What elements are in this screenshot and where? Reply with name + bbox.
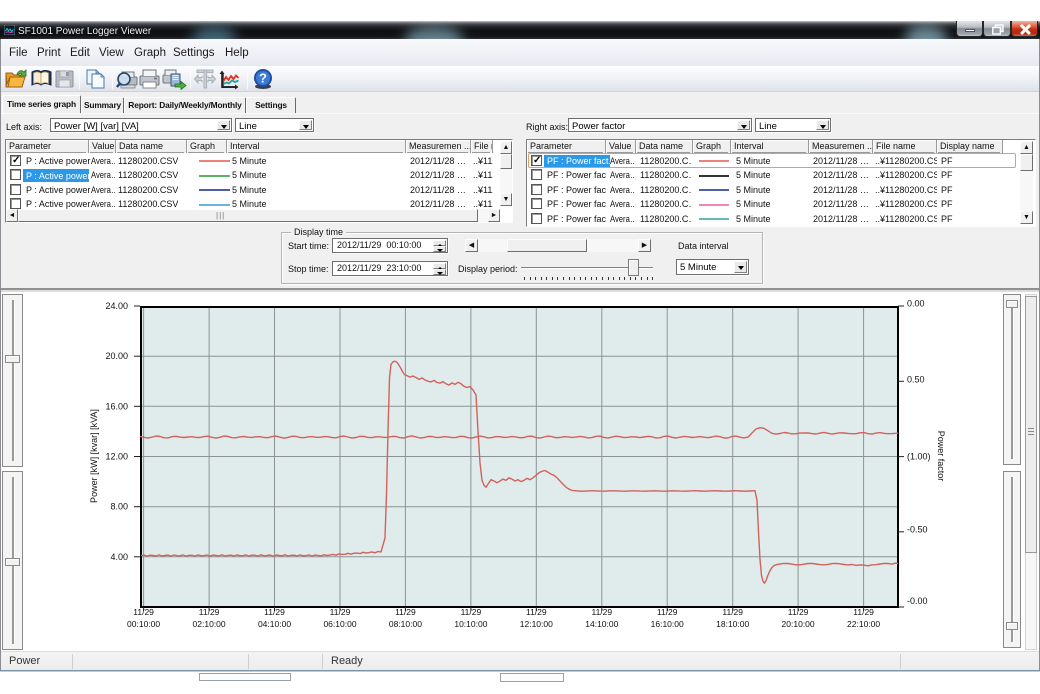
svg-text:Power [kW] [kvar] [kVA]: Power [kW] [kvar] [kVA] <box>89 409 99 503</box>
svg-text:24.00: 24.00 <box>105 301 128 311</box>
svg-text:11/29: 11/29 <box>461 607 482 617</box>
svg-text:11/29: 11/29 <box>264 607 285 617</box>
svg-text:10:10:00: 10:10:00 <box>454 619 487 629</box>
svg-text:-0.50: -0.50 <box>907 525 928 535</box>
svg-text:20:10:00: 20:10:00 <box>782 619 815 629</box>
svg-text:11/29: 11/29 <box>133 607 154 617</box>
svg-text:11/29: 11/29 <box>395 607 416 617</box>
svg-text:16.00: 16.00 <box>105 401 128 411</box>
svg-text:11/29: 11/29 <box>722 607 743 617</box>
svg-text:11/29: 11/29 <box>199 607 220 617</box>
svg-text:11/29: 11/29 <box>591 607 612 617</box>
svg-text:22:10:00: 22:10:00 <box>847 619 880 629</box>
svg-text:11/29: 11/29 <box>853 607 874 617</box>
svg-text:(1.00): (1.00) <box>907 452 931 462</box>
svg-text:11/29: 11/29 <box>788 607 809 617</box>
svg-text:02:10:00: 02:10:00 <box>193 619 226 629</box>
svg-text:12:10:00: 12:10:00 <box>520 619 553 629</box>
svg-text:11/29: 11/29 <box>657 607 678 617</box>
svg-text:16:10:00: 16:10:00 <box>651 619 684 629</box>
svg-text:18:10:00: 18:10:00 <box>716 619 749 629</box>
svg-text:00:10:00: 00:10:00 <box>127 619 160 629</box>
svg-text:20.00: 20.00 <box>105 351 128 361</box>
svg-text:4.00: 4.00 <box>110 552 128 562</box>
svg-text:12.00: 12.00 <box>105 452 128 462</box>
svg-text:11/29: 11/29 <box>330 607 351 617</box>
svg-text:Power factor: Power factor <box>936 431 946 482</box>
svg-text:06:10:00: 06:10:00 <box>323 619 356 629</box>
svg-text:14:10:00: 14:10:00 <box>585 619 618 629</box>
svg-text:08:10:00: 08:10:00 <box>389 619 422 629</box>
svg-text:04:10:00: 04:10:00 <box>258 619 291 629</box>
svg-text:0.00: 0.00 <box>907 298 925 308</box>
svg-text:8.00: 8.00 <box>110 502 128 512</box>
svg-text:-0.00: -0.00 <box>907 596 928 606</box>
svg-text:0.50: 0.50 <box>907 374 925 384</box>
svg-text:11/29: 11/29 <box>526 607 547 617</box>
